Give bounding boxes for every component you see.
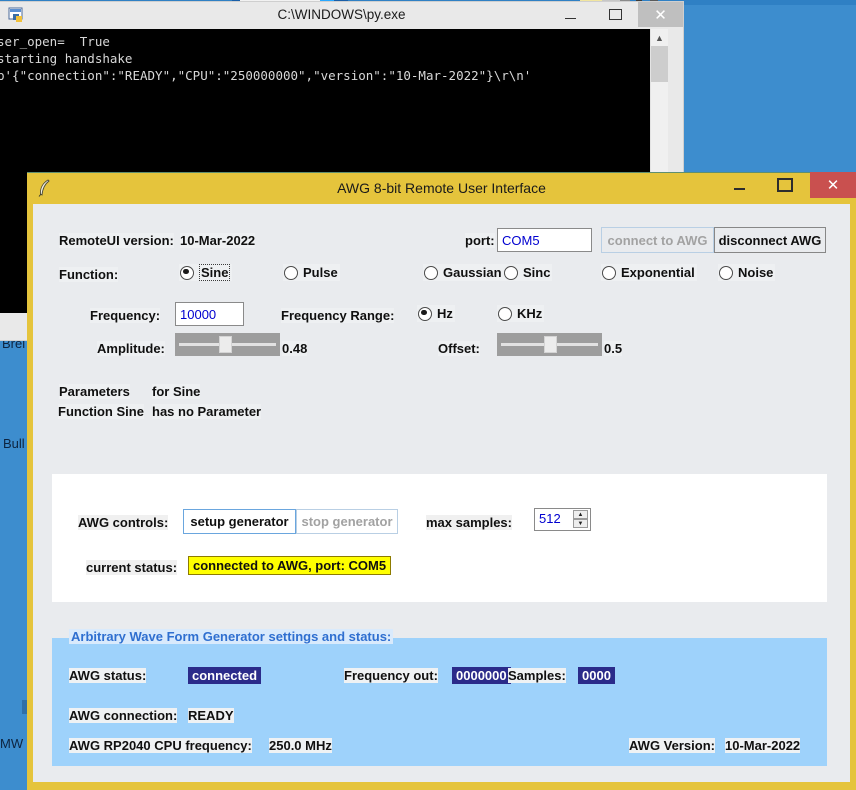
parameters-none-label: has no Parameter bbox=[152, 404, 261, 419]
radio-label: Sinc bbox=[523, 265, 550, 280]
remoteui-version-label: RemoteUI version: bbox=[59, 233, 174, 248]
parameters-function-label: Function Sine bbox=[58, 404, 144, 419]
offset-value: 0.5 bbox=[604, 341, 622, 356]
chevron-up-icon[interactable]: ▲ bbox=[651, 29, 668, 46]
max-samples-spinbox[interactable]: 512 ▲ ▼ bbox=[534, 508, 591, 531]
offset-label: Offset: bbox=[438, 341, 480, 356]
remoteui-version-value: 10-Mar-2022 bbox=[180, 233, 255, 248]
radio-dot-icon bbox=[180, 266, 194, 280]
radio-function-sinc[interactable]: Sinc bbox=[503, 264, 552, 281]
radio-label: Gaussian bbox=[443, 265, 502, 280]
spinner-down-icon[interactable]: ▼ bbox=[573, 519, 588, 528]
radio-range-khz[interactable]: KHz bbox=[497, 305, 544, 322]
awg-version-label: AWG Version: bbox=[629, 738, 715, 753]
console-close-button[interactable]: ✕ bbox=[638, 2, 683, 27]
radio-range-hz[interactable]: Hz bbox=[417, 305, 455, 322]
spinner-buttons[interactable]: ▲ ▼ bbox=[573, 510, 588, 529]
radio-dot-icon bbox=[498, 307, 512, 321]
awg-titlebar[interactable]: AWG 8-bit Remote User Interface ✕ bbox=[27, 172, 856, 204]
awg-minimize-button[interactable] bbox=[716, 172, 762, 198]
radio-dot-icon bbox=[719, 266, 733, 280]
awg-controls-panel bbox=[52, 474, 827, 602]
max-samples-value: 512 bbox=[539, 511, 561, 526]
awg-client-area: RemoteUI version: 10-Mar-2022 port: conn… bbox=[33, 204, 850, 782]
current-status-label: current status: bbox=[86, 560, 177, 575]
radio-label: KHz bbox=[517, 306, 542, 321]
radio-dot-icon bbox=[504, 266, 518, 280]
offset-slider[interactable] bbox=[497, 333, 602, 356]
frequency-label: Frequency: bbox=[90, 308, 160, 323]
radio-function-noise[interactable]: Noise bbox=[718, 264, 775, 281]
connect-to-awg-button[interactable]: connect to AWG bbox=[601, 227, 714, 253]
radio-label: Pulse bbox=[303, 265, 338, 280]
function-label: Function: bbox=[59, 267, 118, 282]
awg-connection-label: AWG connection: bbox=[69, 708, 177, 723]
awg-version-value: 10-Mar-2022 bbox=[725, 738, 800, 753]
amplitude-label: Amplitude: bbox=[97, 341, 165, 356]
awg-status-label: AWG status: bbox=[69, 668, 146, 683]
radio-label: Sine bbox=[199, 264, 230, 281]
cpu-frequency-value: 250.0 MHz bbox=[269, 738, 332, 753]
samples-value: 0000 bbox=[578, 667, 615, 684]
stop-generator-button[interactable]: stop generator bbox=[296, 509, 398, 534]
awg-status-value: connected bbox=[188, 667, 261, 684]
spinner-up-icon[interactable]: ▲ bbox=[573, 510, 588, 519]
console-maximize-button[interactable] bbox=[593, 2, 638, 27]
radio-dot-icon bbox=[424, 266, 438, 280]
frequency-out-label: Frequency out: bbox=[344, 668, 438, 683]
console-line: starting handshake bbox=[0, 50, 650, 67]
amplitude-slider[interactable] bbox=[175, 333, 280, 356]
console-line: ser_open= True bbox=[0, 33, 650, 50]
radio-function-sine[interactable]: Sine bbox=[179, 264, 232, 281]
radio-dot-icon bbox=[284, 266, 298, 280]
radio-label: Hz bbox=[437, 306, 453, 321]
radio-dot-icon bbox=[602, 266, 616, 280]
console-minimize-button[interactable] bbox=[548, 2, 593, 27]
cpu-frequency-label: AWG RP2040 CPU frequency: bbox=[69, 738, 252, 753]
slider-thumb[interactable] bbox=[544, 336, 557, 353]
desktop-icon-label-3: MW bbox=[0, 736, 23, 751]
amplitude-value: 0.48 bbox=[282, 341, 307, 356]
awg-controls-label: AWG controls: bbox=[78, 515, 168, 530]
setup-generator-button[interactable]: setup generator bbox=[183, 509, 296, 534]
parameters-label: Parameters bbox=[59, 384, 130, 399]
radio-function-pulse[interactable]: Pulse bbox=[283, 264, 340, 281]
frequency-input[interactable] bbox=[175, 302, 244, 326]
console-line: b'{"connection":"READY","CPU":"250000000… bbox=[0, 67, 650, 84]
radio-function-exponential[interactable]: Exponential bbox=[601, 264, 697, 281]
disconnect-awg-button[interactable]: disconnect AWG bbox=[714, 227, 826, 253]
awg-panel-heading: Arbitrary Wave Form Generator settings a… bbox=[69, 629, 393, 644]
port-label: port: bbox=[465, 233, 495, 248]
port-input[interactable] bbox=[497, 228, 592, 252]
awg-window: AWG 8-bit Remote User Interface ✕ Remote… bbox=[27, 172, 856, 790]
desktop: Brei Bull MW C:\WINDOWS\py.exe ✕ ser_ope… bbox=[0, 0, 856, 790]
console-scroll-thumb[interactable] bbox=[651, 46, 668, 82]
awg-maximize-button[interactable] bbox=[762, 172, 808, 198]
samples-label: Samples: bbox=[508, 668, 566, 683]
frequency-range-label: Frequency Range: bbox=[281, 308, 394, 323]
radio-function-gaussian[interactable]: Gaussian bbox=[423, 264, 504, 281]
radio-label: Exponential bbox=[621, 265, 695, 280]
console-titlebar[interactable]: C:\WINDOWS\py.exe ✕ bbox=[0, 2, 683, 29]
frequency-out-value: 0000000 bbox=[452, 667, 511, 684]
slider-thumb[interactable] bbox=[219, 336, 232, 353]
awg-close-button[interactable]: ✕ bbox=[810, 172, 856, 198]
desktop-icon-label-2: Bull bbox=[3, 436, 25, 451]
radio-dot-icon bbox=[418, 307, 432, 321]
awg-connection-value: READY bbox=[188, 708, 234, 723]
radio-label: Noise bbox=[738, 265, 773, 280]
parameters-for-label: for Sine bbox=[152, 384, 200, 399]
max-samples-label: max samples: bbox=[426, 515, 512, 530]
current-status-value: connected to AWG, port: COM5 bbox=[188, 556, 391, 575]
